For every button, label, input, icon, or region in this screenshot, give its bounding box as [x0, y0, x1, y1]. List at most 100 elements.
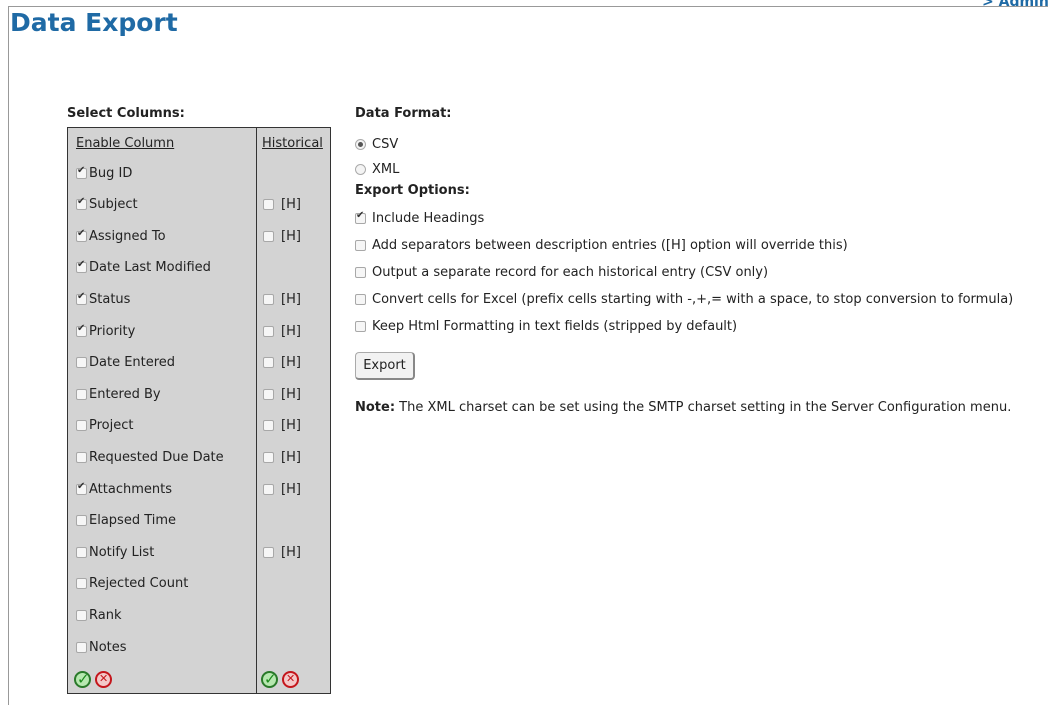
format-label: XML [372, 161, 400, 177]
historical-checkbox[interactable] [263, 483, 274, 495]
column-checkbox[interactable] [76, 578, 87, 590]
format-radio[interactable] [355, 138, 366, 150]
column-checkbox[interactable] [76, 323, 87, 337]
column-label: Notes [89, 639, 127, 655]
column-option[interactable]: Elapsed Time [76, 509, 176, 533]
column-option[interactable]: Bug ID [76, 161, 132, 185]
historical-option[interactable]: [H] [263, 224, 301, 248]
column-checkbox[interactable] [76, 451, 87, 463]
column-checkbox[interactable] [76, 259, 87, 274]
column-checkbox[interactable] [76, 641, 87, 653]
column-label: Status [89, 291, 131, 307]
historical-option[interactable]: [H] [263, 477, 301, 501]
column-row: Requested Due Date [H] [68, 445, 330, 469]
column-row: Priority [H] [68, 319, 330, 343]
select-all-icon[interactable] [74, 670, 91, 688]
historical-checkbox[interactable] [263, 293, 274, 305]
export-option-label: Convert cells for Excel (prefix cells st… [372, 291, 1014, 307]
historical-checkbox[interactable] [263, 546, 274, 558]
historical-checkbox[interactable] [263, 420, 274, 432]
column-checkbox[interactable] [76, 546, 87, 558]
column-checkbox[interactable] [76, 228, 87, 242]
historical-option[interactable]: [H] [263, 414, 301, 438]
column-row: Elapsed Time [68, 509, 330, 533]
column-row: Assigned To [H] [68, 224, 330, 248]
column-checkbox[interactable] [76, 291, 87, 305]
historical-option[interactable]: [H] [263, 193, 301, 217]
column-label: Requested Due Date [89, 449, 224, 465]
column-option[interactable]: Attachments [76, 477, 172, 501]
historical-option[interactable]: [H] [263, 351, 301, 375]
historical-option[interactable]: [H] [263, 287, 301, 311]
column-option[interactable]: Assigned To [76, 224, 166, 248]
format-radio[interactable] [355, 163, 366, 175]
column-option[interactable]: Requested Due Date [76, 445, 224, 469]
export-option-label: Keep Html Formatting in text fields (str… [372, 318, 738, 334]
export-option-checkbox[interactable] [355, 210, 366, 224]
export-option-checkbox[interactable] [355, 266, 366, 278]
historical-select-all-icon[interactable] [261, 670, 278, 688]
note-label: Note: [355, 400, 396, 415]
column-checkbox[interactable] [76, 357, 87, 369]
column-row: Attachments [H] [68, 477, 330, 501]
column-option[interactable]: Notify List [76, 540, 154, 564]
historical-tag: [H] [281, 323, 301, 339]
column-option[interactable]: Rank [76, 603, 121, 627]
column-row: Rank [68, 603, 330, 627]
column-checkbox[interactable] [76, 388, 87, 400]
column-option[interactable]: Subject [76, 193, 138, 217]
column-option[interactable]: Date Entered [76, 351, 175, 375]
column-option[interactable]: Notes [76, 635, 127, 659]
column-row: Entered By [H] [68, 382, 330, 406]
column-option[interactable]: Date Last Modified [76, 256, 211, 280]
export-option[interactable]: Include Headings [355, 209, 484, 227]
column-option[interactable]: Entered By [76, 382, 161, 406]
historical-clear-all-icon[interactable] [282, 671, 299, 688]
column-option[interactable]: Project [76, 414, 133, 438]
historical-tag: [H] [281, 386, 301, 402]
export-option-checkbox[interactable] [355, 239, 366, 251]
historical-checkbox[interactable] [263, 199, 274, 211]
historical-header: Historical [262, 136, 323, 151]
note-text: Note: The XML charset can be set using t… [355, 400, 1011, 415]
historical-checkbox[interactable] [263, 388, 274, 400]
historical-checkbox[interactable] [263, 325, 274, 337]
historical-checkbox[interactable] [263, 451, 274, 463]
column-row: Notes [68, 635, 330, 659]
historical-option[interactable]: [H] [263, 445, 301, 469]
historical-option[interactable]: [H] [263, 382, 301, 406]
historical-tag: [H] [281, 355, 301, 371]
export-button[interactable]: Export [355, 352, 415, 380]
historical-option[interactable]: [H] [263, 540, 301, 564]
column-row: Bug ID [68, 161, 330, 185]
column-option[interactable]: Status [76, 287, 130, 311]
historical-tag: [H] [281, 544, 301, 560]
export-option[interactable]: Output a separate record for each histor… [355, 263, 768, 281]
format-option-xml[interactable]: XML [355, 160, 399, 178]
column-checkbox[interactable] [76, 165, 87, 179]
column-checkbox[interactable] [76, 196, 87, 211]
export-option[interactable]: Keep Html Formatting in text fields (str… [355, 317, 737, 335]
export-option-checkbox[interactable] [355, 293, 366, 305]
column-option[interactable]: Rejected Count [76, 572, 188, 596]
historical-checkbox[interactable] [263, 230, 274, 242]
column-checkbox[interactable] [76, 481, 87, 495]
export-option-checkbox[interactable] [355, 320, 366, 332]
page-frame-left [8, 6, 9, 705]
export-option-label: Output a separate record for each histor… [372, 264, 769, 280]
column-label: Project [89, 418, 134, 434]
historical-option[interactable]: [H] [263, 319, 301, 343]
column-label: Attachments [89, 481, 172, 497]
clear-all-icon[interactable] [95, 671, 112, 688]
historical-tag: [H] [281, 291, 301, 307]
column-row: Status [H] [68, 287, 330, 311]
column-checkbox[interactable] [76, 609, 87, 621]
column-checkbox[interactable] [76, 515, 87, 527]
format-option-csv[interactable]: CSV [355, 135, 398, 153]
export-option[interactable]: Convert cells for Excel (prefix cells st… [355, 290, 1013, 308]
column-option[interactable]: Priority [76, 319, 135, 343]
historical-checkbox[interactable] [263, 357, 274, 369]
admin-link[interactable]: > Admin I [982, 0, 1048, 10]
column-checkbox[interactable] [76, 420, 87, 432]
export-option[interactable]: Add separators between description entri… [355, 236, 848, 254]
